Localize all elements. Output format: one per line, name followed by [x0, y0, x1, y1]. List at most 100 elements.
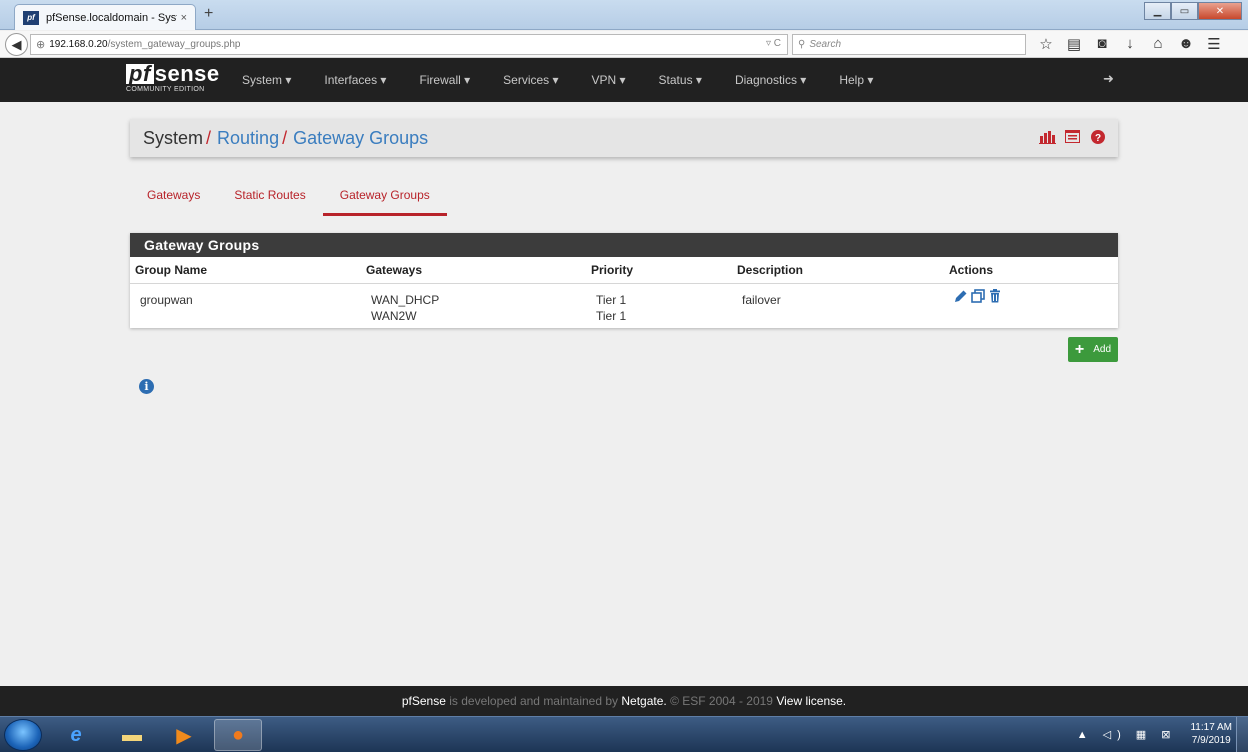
url-path: /system_gateway_groups.php	[107, 39, 241, 50]
show-desktop-button[interactable]	[1236, 717, 1248, 752]
taskbar-firefox[interactable]: ●	[214, 719, 262, 751]
footer-text: is developed and maintained by	[445, 694, 622, 708]
home-icon[interactable]: ⌂	[1144, 35, 1172, 53]
log-list-icon[interactable]	[1064, 129, 1081, 144]
panel-title: Gateway Groups	[130, 233, 1118, 257]
pfsense-navbar: pf sense COMMUNITY EDITION System ▾ Inter…	[0, 58, 1248, 102]
column-header-actions: Actions	[949, 257, 1118, 284]
windows-taskbar: e ▬ ▶ ● ▲ ◁) ▦ ⊠ 11:17 AM 7/9/2019	[0, 716, 1248, 752]
breadcrumb-routing[interactable]: Routing	[217, 128, 279, 149]
browser-titlebar: pf pfSense.localdomain - Syst... × + ▁ ▭…	[0, 0, 1248, 30]
breadcrumb-separator: /	[206, 127, 212, 148]
edit-pencil-icon[interactable]	[954, 289, 968, 303]
pocket-icon[interactable]: ◙	[1088, 35, 1116, 53]
taskbar-ie[interactable]: e	[52, 719, 100, 751]
close-window-button[interactable]: ✕	[1198, 2, 1242, 20]
maximize-button[interactable]: ▭	[1171, 2, 1198, 20]
tab-close-icon[interactable]: ×	[181, 12, 187, 24]
tray-icons[interactable]: ▲ ◁) ▦ ⊠	[1077, 728, 1177, 741]
window-controls: ▁ ▭ ✕	[1144, 2, 1242, 20]
browser-navbar: ◀ ⊕ 192.168.0.20/system_gateway_groups.p…	[0, 31, 1248, 58]
reload-icon[interactable]: ▿ C	[766, 38, 781, 49]
table-row[interactable]: groupwan WAN_DHCP WAN2W Tier 1 Tier 1 fa…	[130, 283, 1118, 324]
menu-vpn[interactable]: VPN ▾	[592, 73, 626, 87]
clock-time: 11:17 AM	[1190, 722, 1232, 733]
menu-services[interactable]: Services ▾	[503, 73, 558, 87]
add-gateway-group-button[interactable]: + Add	[1068, 337, 1118, 362]
breadcrumb-separator: /	[282, 127, 288, 148]
footer-license-link[interactable]: View license.	[776, 694, 846, 708]
browser-toolbar-icons: ☆ ▤ ◙ ↓ ⌂ ☻ ☰	[1032, 35, 1228, 53]
media-player-icon: ▶	[176, 724, 192, 747]
clock-date: 7/9/2019	[1191, 735, 1231, 746]
gateway-groups-table: Group Name Gateways Priority Description…	[130, 257, 1118, 324]
pfsense-logo[interactable]: pf sense COMMUNITY EDITION	[126, 63, 220, 93]
page-footer: pfSense is developed and maintained by N…	[0, 686, 1248, 716]
cell-priority: Tier 1 Tier 1	[591, 283, 737, 324]
logo-pf: pf	[126, 63, 154, 85]
menu-help[interactable]: Help ▾	[839, 73, 873, 87]
main-menu: System ▾ Interfaces ▾ Firewall ▾ Service…	[242, 58, 906, 102]
minimize-button[interactable]: ▁	[1144, 2, 1171, 20]
search-icon: ⚲	[798, 39, 806, 50]
new-tab-button[interactable]: +	[204, 5, 213, 23]
gateway-entry: WAN_DHCP	[371, 292, 440, 307]
reading-list-icon[interactable]: ▤	[1060, 35, 1088, 53]
footer-company-link[interactable]: Netgate.	[621, 694, 666, 708]
tab-gateway-groups[interactable]: Gateway Groups	[322, 180, 447, 216]
menu-status[interactable]: Status ▾	[659, 73, 702, 87]
search-input[interactable]: ⚲ Search	[792, 34, 1026, 55]
help-question-icon[interactable]: ?	[1089, 129, 1106, 144]
internet-explorer-icon: e	[70, 723, 82, 746]
browser-tab[interactable]: pf pfSense.localdomain - Syst... ×	[14, 4, 196, 30]
plus-icon: +	[1074, 340, 1085, 358]
column-header-gateways[interactable]: Gateways	[366, 257, 591, 284]
column-header-priority[interactable]: Priority	[591, 257, 737, 284]
system-tray: ▲ ◁) ▦ ⊠ 11:17 AM 7/9/2019	[1077, 721, 1232, 747]
row-actions	[954, 288, 1118, 303]
gateway-groups-panel: Gateway Groups Group Name Gateways Prior…	[130, 233, 1118, 328]
status-chart-icon[interactable]	[1039, 129, 1056, 144]
hamburger-menu-icon[interactable]: ☰	[1200, 35, 1228, 53]
tab-static-routes[interactable]: Static Routes	[217, 180, 322, 216]
folder-icon: ▬	[122, 723, 142, 746]
tab-gateways[interactable]: Gateways	[130, 180, 217, 216]
breadcrumb-system: System	[143, 127, 204, 148]
bookmark-star-icon[interactable]: ☆	[1032, 35, 1060, 53]
priority-entry: Tier 1	[596, 292, 627, 307]
logout-icon[interactable]: ➜	[1103, 71, 1114, 87]
url-bar[interactable]: ⊕ 192.168.0.20/system_gateway_groups.php…	[30, 34, 788, 55]
menu-system[interactable]: System ▾	[242, 73, 291, 87]
add-button-label: Add	[1093, 344, 1112, 355]
column-header-group-name[interactable]: Group Name	[130, 257, 366, 284]
taskbar-media-player[interactable]: ▶	[160, 719, 208, 751]
breadcrumb-icons: ?	[1031, 129, 1106, 144]
info-icon[interactable]: i	[139, 379, 154, 394]
logo-subtitle: COMMUNITY EDITION	[126, 86, 205, 93]
back-arrow-icon: ◀	[11, 36, 22, 52]
breadcrumb-gateway-groups[interactable]: Gateway Groups	[293, 128, 428, 149]
trash-icon[interactable]	[988, 288, 1002, 303]
site-info-icon[interactable]: ⊕	[36, 38, 45, 51]
tab-title: pfSense.localdomain - Syst...	[46, 11, 177, 24]
gateway-entry: WAN2W	[371, 308, 417, 323]
back-button[interactable]: ◀	[5, 33, 28, 56]
menu-firewall[interactable]: Firewall ▾	[419, 73, 470, 87]
start-button[interactable]	[4, 719, 42, 751]
menu-diagnostics[interactable]: Diagnostics ▾	[735, 73, 806, 87]
copy-icon[interactable]	[971, 288, 985, 303]
footer-copyright: © ESF 2004 - 2019	[666, 694, 777, 708]
footer-brand[interactable]: pfSense	[402, 694, 446, 708]
priority-entry: Tier 1	[596, 308, 627, 323]
table-header-row: Group Name Gateways Priority Description…	[130, 257, 1118, 284]
download-icon[interactable]: ↓	[1116, 35, 1144, 53]
routing-tabs: Gateways Static Routes Gateway Groups	[130, 180, 447, 216]
cell-group-name: groupwan	[140, 292, 193, 307]
taskbar-explorer[interactable]: ▬	[108, 719, 156, 751]
cell-actions	[949, 283, 1118, 324]
chat-icon[interactable]: ☻	[1172, 35, 1200, 53]
taskbar-clock[interactable]: 11:17 AM 7/9/2019	[1190, 721, 1232, 747]
column-header-description[interactable]: Description	[737, 257, 949, 284]
url-host: 192.168.0.20	[49, 39, 108, 50]
menu-interfaces[interactable]: Interfaces ▾	[324, 73, 386, 87]
